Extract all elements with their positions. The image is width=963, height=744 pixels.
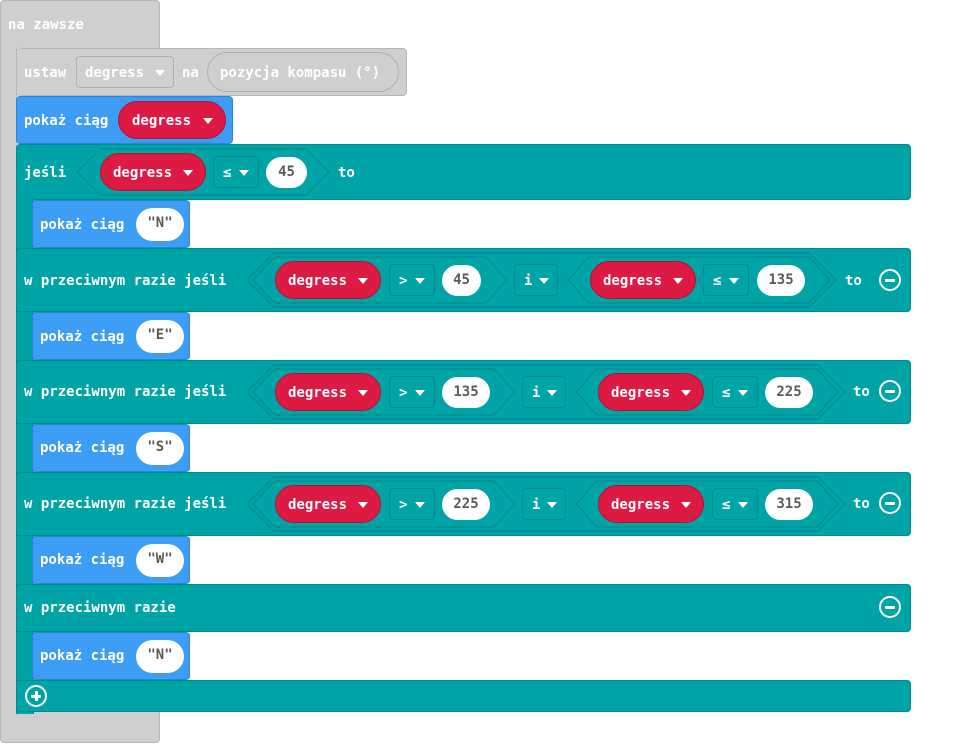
branch-var-degress[interactable]: degress (275, 373, 381, 411)
operator-label: ≤ (722, 385, 731, 401)
show-string-label: pokaż ciąg (40, 648, 125, 664)
operator-dropdown[interactable]: > (389, 264, 435, 296)
operator-label: ≤ (722, 497, 731, 513)
remove-branch-icon[interactable] (879, 380, 901, 402)
branch-var-degress[interactable]: degress (590, 261, 696, 299)
chevron-down-icon (547, 390, 557, 396)
else-if-label: w przeciwnym razie jeśli (24, 384, 227, 400)
value-input[interactable]: 135 (442, 377, 490, 408)
branch-var-label: degress (288, 385, 348, 401)
remove-branch-icon[interactable] (879, 269, 901, 291)
set-to-label: na (182, 65, 199, 81)
if-var-label: degress (113, 165, 173, 181)
value-input[interactable]: 225 (765, 377, 813, 408)
and-label: i (532, 385, 541, 401)
remove-branch-icon[interactable] (879, 492, 901, 514)
chevron-down-icon (738, 502, 748, 508)
if-var-degress[interactable]: degress (100, 153, 206, 191)
string-input[interactable]: "N" (136, 208, 184, 241)
then-label: to (845, 273, 862, 289)
forever-spine (0, 47, 17, 719)
operator-label: > (399, 385, 408, 401)
string-input[interactable]: "W" (136, 544, 184, 577)
operator-dropdown[interactable]: ≤ (703, 264, 749, 296)
chevron-down-icon (681, 390, 691, 396)
show-string-label: pokaż ciąg (40, 329, 125, 345)
set-label: ustaw (24, 65, 67, 81)
show-string-label: pokaż ciąg (40, 217, 125, 233)
operator-label: > (399, 273, 408, 289)
show-string-label: pokaż ciąg (24, 113, 109, 129)
compass-heading-label: pozycja kompasu (°) (220, 65, 381, 81)
chevron-down-icon (673, 278, 683, 284)
if-label: jeśli (24, 165, 67, 181)
chevron-down-icon (415, 278, 425, 284)
chevron-down-icon (415, 502, 425, 508)
and-label: i (524, 273, 533, 289)
chevron-down-icon (155, 70, 165, 76)
and-dropdown[interactable]: i (522, 376, 566, 408)
string-input[interactable]: "S" (136, 432, 184, 465)
chevron-down-icon (358, 390, 368, 396)
operator-dropdown[interactable]: > (389, 376, 435, 408)
if-value-input[interactable]: 45 (266, 157, 307, 188)
then-label: to (338, 165, 355, 181)
chevron-down-icon (738, 390, 748, 396)
else-if-label: w przeciwnym razie jeśli (24, 496, 227, 512)
operator-dropdown[interactable]: ≤ (712, 376, 758, 408)
add-branch-icon[interactable] (25, 685, 47, 707)
branch-var-label: degress (288, 273, 348, 289)
branch-var-degress[interactable]: degress (275, 261, 381, 299)
chevron-down-icon (183, 170, 193, 176)
chevron-down-icon (239, 170, 249, 176)
and-dropdown[interactable]: i (522, 488, 566, 520)
chevron-down-icon (415, 390, 425, 396)
value-input[interactable]: 135 (757, 265, 805, 296)
chevron-down-icon (681, 502, 691, 508)
set-variable-dropdown[interactable]: degress (76, 56, 174, 88)
value-input[interactable]: 45 (442, 265, 481, 296)
branch-var-degress[interactable]: degress (598, 373, 704, 411)
chevron-down-icon (358, 278, 368, 284)
branch-var-label: degress (611, 497, 671, 513)
degress-variable[interactable]: degress (118, 101, 226, 139)
branch-var-label: degress (288, 497, 348, 513)
operator-label: ≤ (713, 273, 722, 289)
chevron-down-icon (203, 118, 213, 124)
chevron-down-icon (547, 502, 557, 508)
remove-branch-icon[interactable] (879, 596, 901, 618)
string-input[interactable]: "N" (136, 640, 184, 673)
forever-footer (0, 712, 160, 743)
value-input[interactable]: 315 (765, 489, 813, 520)
if-operator-dropdown[interactable]: ≤ (213, 156, 259, 188)
branch-var-label: degress (603, 273, 663, 289)
degress-variable-label: degress (132, 113, 192, 129)
value-input[interactable]: 225 (442, 489, 490, 520)
operator-label: > (399, 497, 408, 513)
then-label: to (853, 496, 870, 512)
and-dropdown[interactable]: i (514, 264, 558, 296)
then-label: to (853, 384, 870, 400)
chevron-down-icon (539, 278, 549, 284)
string-input[interactable]: "E" (136, 320, 184, 353)
chevron-down-icon (358, 502, 368, 508)
else-if-label: w przeciwnym razie jeśli (24, 273, 227, 289)
operator-dropdown[interactable]: > (389, 488, 435, 520)
branch-var-degress[interactable]: degress (598, 485, 704, 523)
show-string-label: pokaż ciąg (40, 552, 125, 568)
branch-var-degress[interactable]: degress (275, 485, 381, 523)
operator-dropdown[interactable]: ≤ (712, 488, 758, 520)
compass-heading-reporter[interactable]: pozycja kompasu (°) (207, 52, 399, 92)
show-string-label: pokaż ciąg (40, 440, 125, 456)
if-operator-label: ≤ (223, 165, 232, 181)
branch-var-label: degress (611, 385, 671, 401)
forever-label: na zawsze (8, 17, 84, 33)
set-variable-label: degress (85, 65, 145, 81)
else-label: w przeciwnym razie (24, 600, 176, 616)
chevron-down-icon (729, 278, 739, 284)
and-label: i (532, 497, 541, 513)
if-block-footer[interactable] (16, 680, 911, 712)
